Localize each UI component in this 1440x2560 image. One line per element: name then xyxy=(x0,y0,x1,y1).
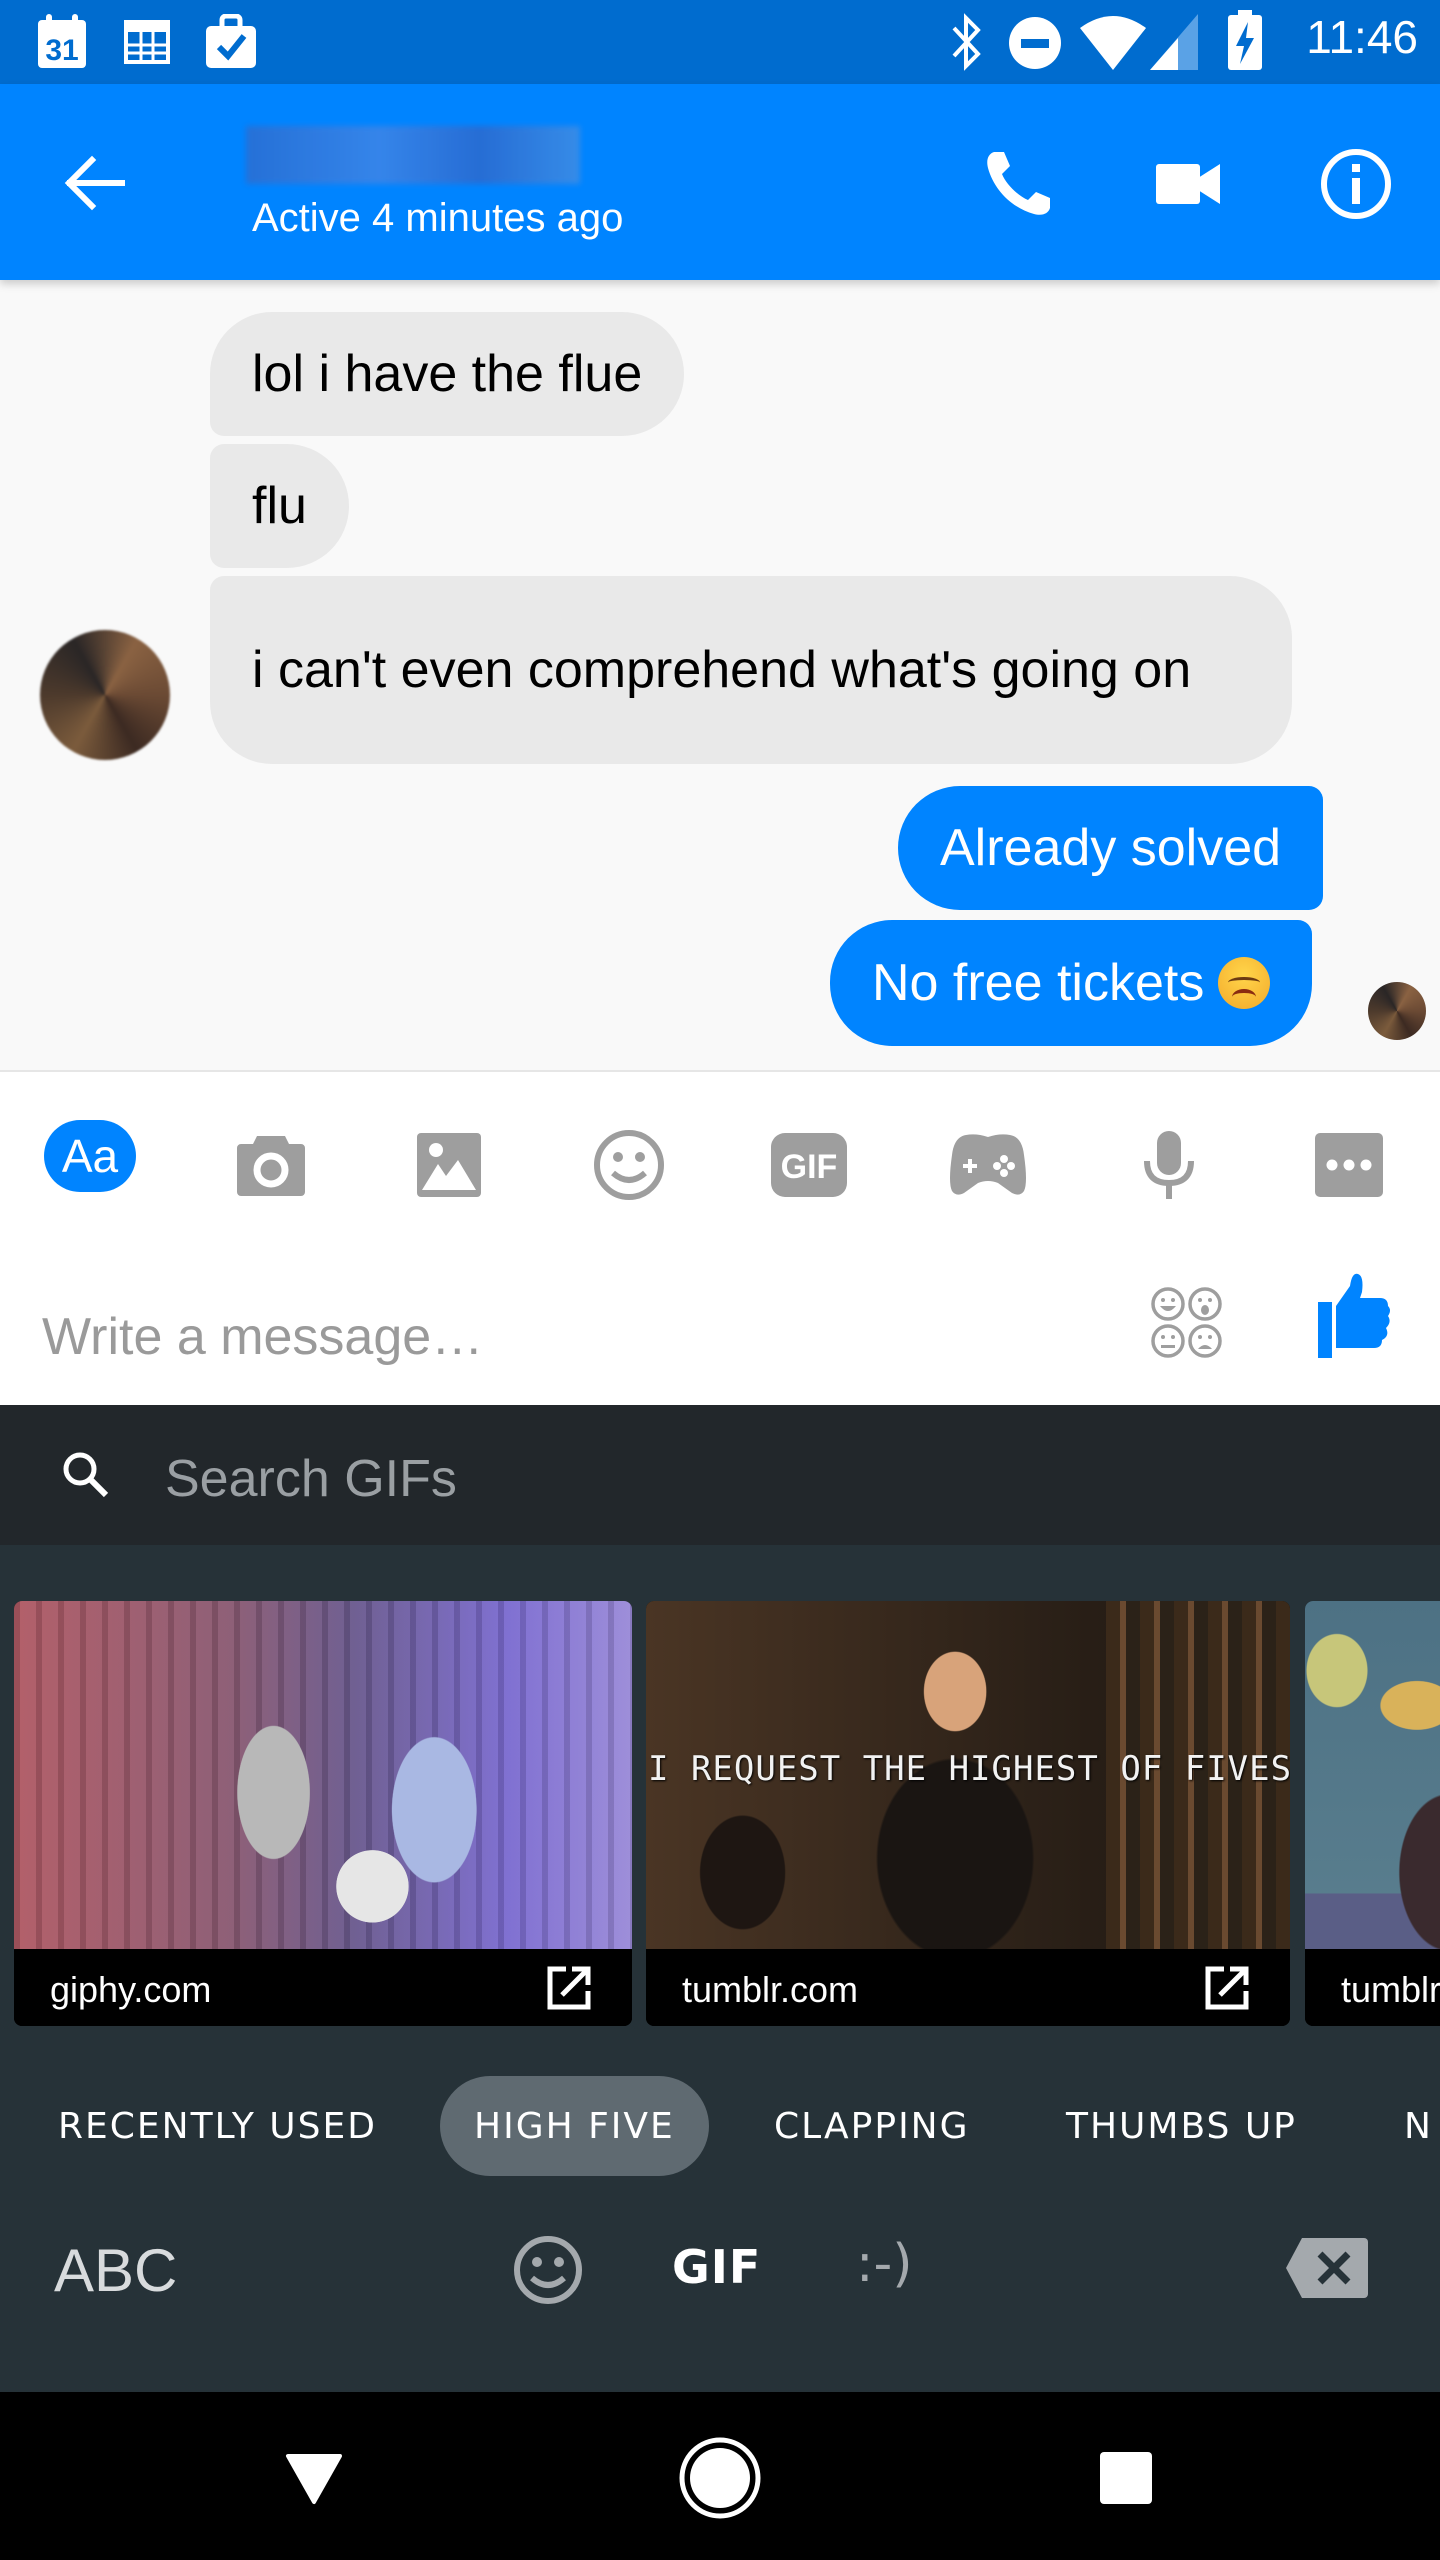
category-recently-used[interactable]: RECENTLY USED xyxy=(58,2076,377,2176)
phone-icon[interactable] xyxy=(980,146,1056,222)
search-icon xyxy=(63,1452,109,1498)
more-button[interactable] xyxy=(1304,1120,1394,1210)
status-bar: 31 11:46 xyxy=(0,0,1440,84)
gallery-button[interactable] xyxy=(404,1120,494,1210)
category-clapping[interactable]: CLAPPING xyxy=(774,2076,970,2176)
gif-result[interactable]: tumblr.com xyxy=(1305,1601,1440,2026)
message-input[interactable] xyxy=(42,1292,1082,1382)
calendar-grid-icon xyxy=(124,20,170,64)
camera-icon xyxy=(237,1136,305,1196)
disappointed-face-emoji xyxy=(1218,957,1271,1009)
open-external-icon[interactable] xyxy=(546,1965,592,2011)
bluetooth-icon xyxy=(952,13,981,71)
message-text: i can't even comprehend what's going on xyxy=(252,641,1192,699)
svg-text:31: 31 xyxy=(45,34,78,67)
gif-icon: GIF xyxy=(771,1133,847,1197)
camera-button[interactable] xyxy=(226,1120,316,1210)
home-circle-icon[interactable] xyxy=(678,2436,762,2520)
gif-footer: tumblr.com xyxy=(646,1949,1290,2026)
emoji-keyboard-icon[interactable] xyxy=(512,2234,584,2306)
wifi-icon xyxy=(1080,16,1146,70)
back-arrow-icon[interactable] xyxy=(60,148,130,218)
message-text: Already solved xyxy=(940,819,1282,877)
abc-keyboard-button[interactable]: ABC xyxy=(54,2236,177,2305)
video-camera-icon[interactable] xyxy=(1150,146,1226,222)
stickers-icon[interactable] xyxy=(1150,1286,1224,1360)
voice-button[interactable] xyxy=(1124,1120,1214,1210)
recents-square-icon[interactable] xyxy=(1098,2450,1154,2506)
smiley-icon xyxy=(594,1130,664,1200)
svg-text:GIF: GIF xyxy=(781,1148,838,1186)
category-thumbs-up[interactable]: THUMBS UP xyxy=(1066,2076,1297,2176)
text-mode-label: Aa xyxy=(61,1130,119,1182)
microphone-icon xyxy=(1144,1131,1194,1199)
category-high-five[interactable]: HIGH FIVE xyxy=(440,2076,709,2176)
category-label: HIGH FIVE xyxy=(474,2105,675,2147)
message-bubble-outgoing[interactable]: No free tickets xyxy=(830,920,1313,1046)
message-bubble-incoming[interactable]: lol i have the flue xyxy=(210,312,685,436)
gif-button[interactable]: GIF xyxy=(764,1120,854,1210)
cell-signal-icon xyxy=(1150,14,1198,70)
briefcase-check-icon xyxy=(206,14,256,68)
gif-search-bar[interactable]: Search GIFs xyxy=(0,1405,1440,1545)
system-nav-bar xyxy=(0,2392,1440,2560)
gif-source: tumblr.com xyxy=(1341,1969,1440,2010)
gif-result[interactable]: giphy.com xyxy=(14,1601,632,2026)
open-external-icon[interactable] xyxy=(1204,1965,1250,2011)
clock: 11:46 xyxy=(1306,11,1418,63)
gif-source: tumblr.com xyxy=(682,1969,859,2010)
more-dots-icon xyxy=(1315,1133,1383,1197)
gamepad-icon xyxy=(950,1134,1026,1195)
gif-source: giphy.com xyxy=(50,1969,212,2010)
message-text: flu xyxy=(252,477,307,535)
gif-image xyxy=(1305,1601,1440,1949)
emoji-button[interactable] xyxy=(584,1120,674,1210)
back-triangle-icon[interactable] xyxy=(284,2452,344,2506)
message-bubble-incoming[interactable]: i can't even comprehend what's going on xyxy=(210,576,1292,764)
category-label: N xyxy=(1404,2105,1433,2147)
gif-keyboard-tab[interactable]: GIF xyxy=(672,2240,761,2294)
games-button[interactable] xyxy=(944,1120,1034,1210)
calendar-31-icon: 31 xyxy=(38,14,86,68)
emoticon-keyboard-tab[interactable]: :-) xyxy=(856,2234,913,2294)
category-next[interactable]: N xyxy=(1404,2076,1433,2176)
image-icon xyxy=(417,1133,481,1197)
gif-caption: I REQUEST THE HIGHEST OF FIVES xyxy=(648,1749,1290,1789)
info-icon[interactable] xyxy=(1318,146,1394,222)
gif-image xyxy=(14,1601,632,1949)
gif-footer: giphy.com xyxy=(14,1949,632,2026)
thumbs-up-like-button[interactable] xyxy=(1318,1272,1392,1358)
message-text: No free tickets xyxy=(872,954,1205,1012)
do-not-disturb-icon xyxy=(1009,17,1061,69)
category-label: THUMBS UP xyxy=(1066,2105,1297,2147)
message-bubble-incoming[interactable]: flu xyxy=(210,444,349,568)
text-mode-button[interactable]: Aa xyxy=(44,1120,136,1192)
read-receipt-avatar xyxy=(1368,982,1426,1040)
conversation-header: Active 4 minutes ago xyxy=(0,84,1440,280)
message-text: lol i have the flue xyxy=(252,345,643,403)
contact-name[interactable] xyxy=(246,126,580,184)
gif-search-input[interactable]: Search GIFs xyxy=(165,1449,457,1509)
backspace-icon[interactable] xyxy=(1284,2236,1370,2300)
category-label: RECENTLY USED xyxy=(58,2105,377,2147)
category-label: CLAPPING xyxy=(774,2105,970,2147)
battery-charging-icon xyxy=(1228,10,1262,70)
message-bubble-outgoing[interactable]: Already solved xyxy=(898,786,1324,910)
composer: Aa GIF xyxy=(0,1070,1440,1406)
gif-footer: tumblr.com xyxy=(1305,1949,1440,2026)
gif-result[interactable]: I REQUEST THE HIGHEST OF FIVES tumblr.co… xyxy=(646,1601,1290,2026)
presence-status: Active 4 minutes ago xyxy=(252,196,624,240)
contact-avatar[interactable] xyxy=(40,630,170,760)
message-thread[interactable]: lol i have the flue flu i can't even com… xyxy=(0,280,1440,1070)
